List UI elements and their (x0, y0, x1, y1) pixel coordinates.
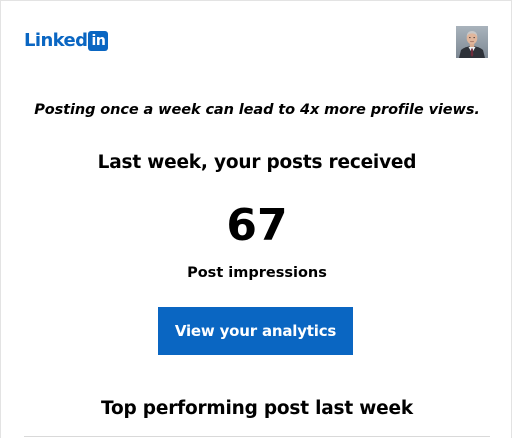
logo-wordmark: Linked (24, 30, 88, 51)
impressions-label: Post impressions (187, 265, 327, 281)
profile-photo-icon (456, 26, 488, 58)
email-frame: Linked in Posting once a week can lead t… (0, 0, 512, 438)
linkedin-logo[interactable]: Linked in (24, 30, 109, 52)
engagement-tip: Posting once a week can lead to 4x more … (34, 102, 480, 118)
logo-in-badge: in (88, 31, 109, 51)
impressions-count: 67 (226, 200, 288, 251)
avatar[interactable] (456, 26, 488, 58)
email-header: Linked in (1, 1, 512, 83)
top-post-heading: Top performing post last week (101, 398, 413, 419)
stats-heading: Last week, your posts received (97, 152, 417, 173)
divider (24, 436, 490, 437)
view-analytics-button[interactable]: View your analytics (158, 307, 353, 355)
